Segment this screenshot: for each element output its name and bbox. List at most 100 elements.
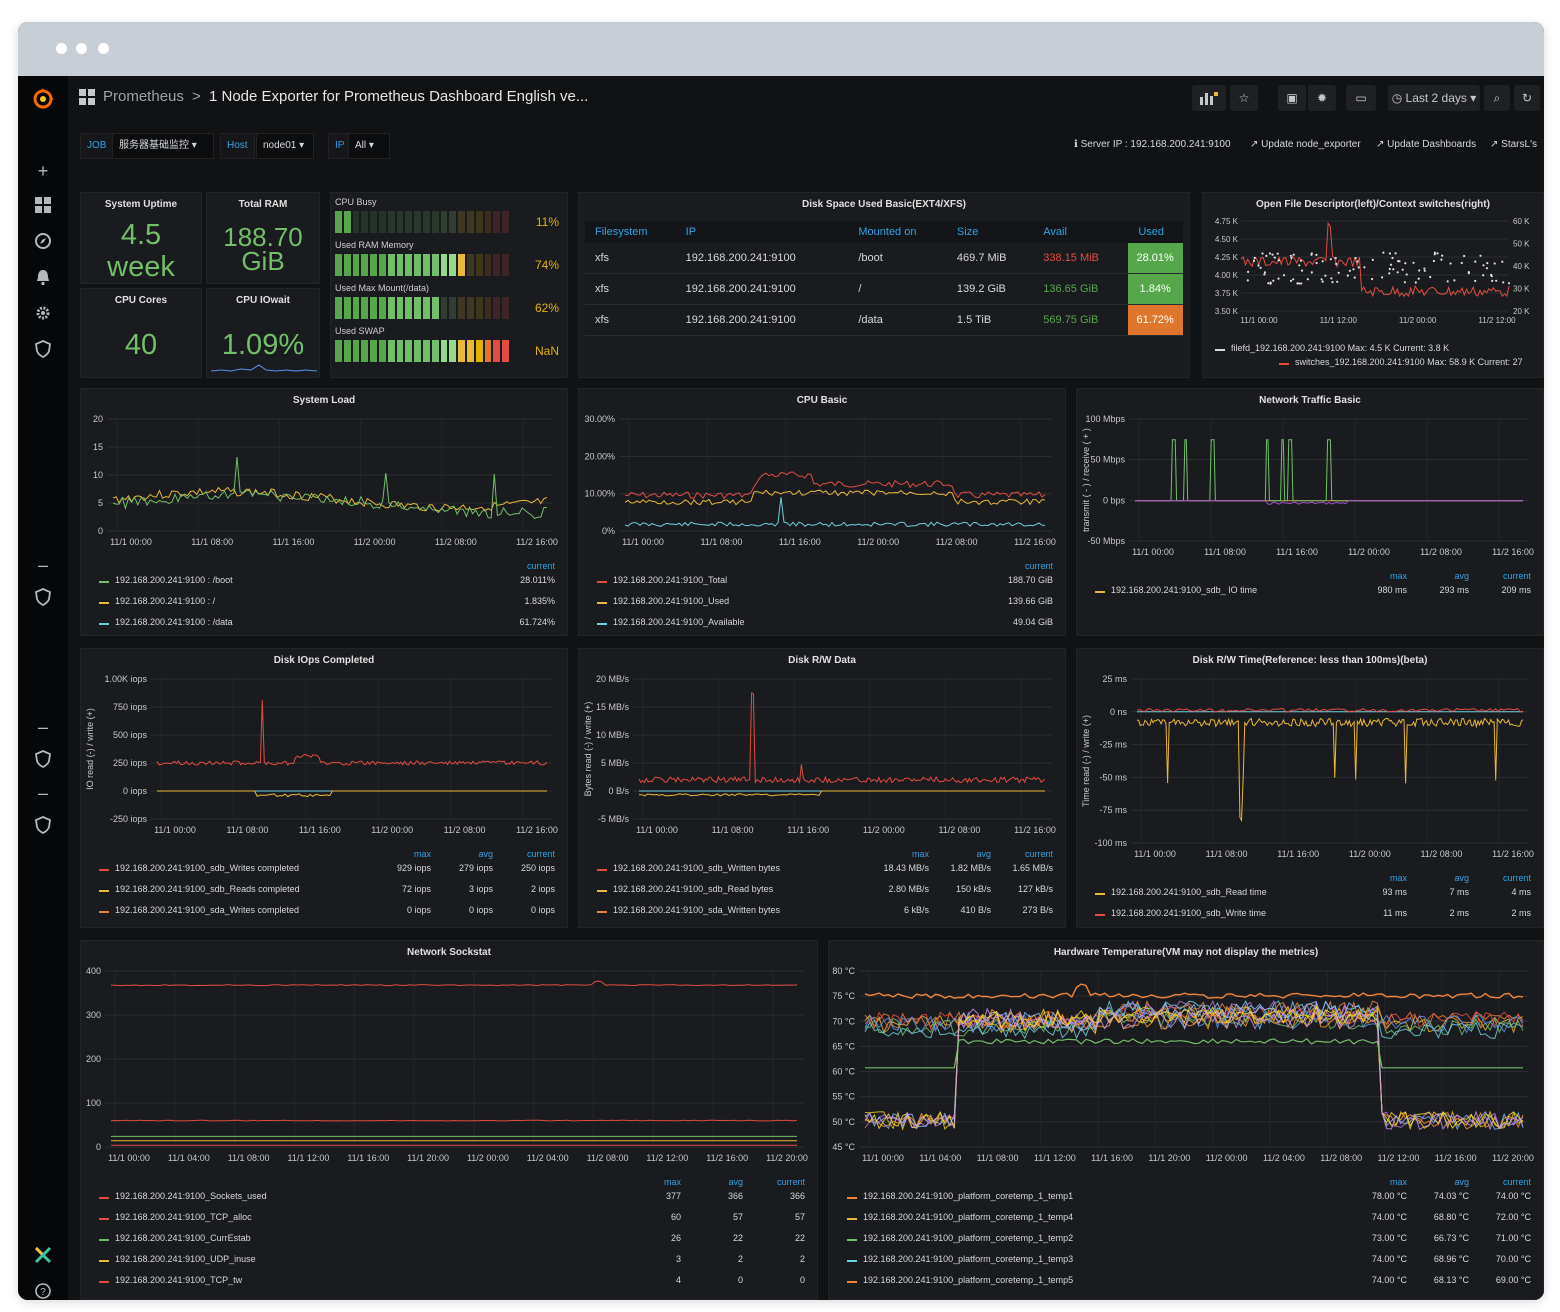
- series-line[interactable]: [156, 700, 548, 766]
- legend-item[interactable]: 192.168.200.241:9100_CurrEstab 26 22 22: [95, 1233, 805, 1247]
- legend-item[interactable]: 192.168.200.241:9100 : /data 61.724%: [95, 617, 555, 631]
- legend-item[interactable]: 192.168.200.241:9100_Sockets_used 377 366 3…: [95, 1191, 805, 1205]
- series-line[interactable]: [112, 486, 548, 512]
- col-header[interactable]: Filesystem: [585, 221, 676, 243]
- refresh-button[interactable]: ↻: [1514, 85, 1540, 111]
- legend-column-header[interactable]: avg: [1409, 1177, 1469, 1189]
- legend-item[interactable]: 192.168.200.241:9100_sdb_Read time 93 ms 7…: [1091, 887, 1531, 901]
- shield-icon[interactable]: [32, 816, 54, 838]
- grafana-logo-icon[interactable]: [30, 86, 56, 112]
- table-row[interactable]: xfs 192.168.200.241:9100/139.2 GiB 136.65 …: [585, 273, 1183, 305]
- legend-item[interactable]: switches_192.168.200.241:9100 Max: 58.9 …: [1275, 357, 1531, 371]
- legend-item[interactable]: 192.168.200.241:9100_platform_coretemp_1…: [843, 1191, 1531, 1205]
- legend-item[interactable]: 192.168.200.241:9100_sda_Writes complete…: [95, 905, 555, 919]
- legend-item[interactable]: 192.168.200.241:9100 : /boot 28.011%: [95, 575, 555, 589]
- dashboards-icon[interactable]: [79, 89, 95, 105]
- shield-icon[interactable]: [32, 588, 54, 610]
- series-line[interactable]: [1240, 221, 1510, 298]
- legend-column-header[interactable]: avg: [931, 849, 991, 861]
- series-line[interactable]: [110, 980, 798, 987]
- legend-item[interactable]: 192.168.200.241:9100_sda_Written bytes 6 …: [593, 905, 1053, 919]
- legend-item[interactable]: 192.168.200.241:9100_sdb_ IO time 980 ms 2…: [1091, 585, 1531, 599]
- star-button[interactable]: ☆: [1230, 85, 1258, 111]
- stat-panel-iowait[interactable]: CPU IOwait 1.09%: [206, 288, 320, 378]
- legend-column-header[interactable]: current: [993, 849, 1053, 861]
- system-load-panel[interactable]: System Load 20 15 10 5 0 11/1 00:00 11/1 08:00 1…: [80, 388, 568, 636]
- time-picker-button[interactable]: ◷ Last 2 days ▾: [1388, 85, 1480, 111]
- zoom-out-button[interactable]: ⌕: [1484, 85, 1510, 111]
- bell-icon[interactable]: [32, 268, 54, 290]
- shield-icon[interactable]: [32, 750, 54, 772]
- tv-mode-button[interactable]: ▭: [1346, 85, 1376, 111]
- disk-iops-panel[interactable]: Disk IOps Completed 1.00K iops 750 iops 500…: [80, 648, 568, 928]
- legend-column-header[interactable]: current: [495, 849, 555, 861]
- col-header[interactable]: Size: [946, 221, 1034, 243]
- bargauge-panel[interactable]: CPU Busy 11% Used RAM Memory 74% Used Max Mo…: [330, 192, 568, 378]
- link-server-ip[interactable]: ℹ Server IP : 192.168.200.241:9100: [1074, 139, 1231, 150]
- legend-item[interactable]: 192.168.200.241:9100_Available 49.04 GiB: [593, 617, 1053, 631]
- collapse-icon[interactable]: –: [32, 784, 54, 802]
- legend-column-header[interactable]: current: [1471, 571, 1531, 583]
- sockstat-panel[interactable]: Network Sockstat 400 300 200 100 0 11/1 00:00 1…: [80, 940, 818, 1300]
- legend-column-header[interactable]: current: [1471, 1177, 1531, 1189]
- window-dot-icon[interactable]: [98, 43, 109, 54]
- legend-column-header[interactable]: avg: [683, 1177, 743, 1189]
- legend-item[interactable]: 192.168.200.241:9100_platform_coretemp_1…: [843, 1233, 1531, 1247]
- series-line[interactable]: [638, 692, 1046, 785]
- series-line[interactable]: [1136, 717, 1524, 823]
- network-traffic-panel[interactable]: Network Traffic Basic 100 Mbps 50 Mbps 0 bp…: [1076, 388, 1544, 636]
- legend-column-header[interactable]: max: [371, 849, 431, 861]
- add-panel-button[interactable]: [1192, 85, 1226, 111]
- legend-item[interactable]: 192.168.200.241:9100_sdb_Writes complete…: [95, 863, 555, 877]
- legend-item[interactable]: 192.168.200.241:9100_platform_coretemp_1…: [843, 1212, 1531, 1226]
- legend-item[interactable]: filefd_192.168.200.241:9100 Max: 4.5 K C…: [1211, 343, 1531, 357]
- disk-time-panel[interactable]: Disk R/W Time(Reference: less than 100ms…: [1076, 648, 1544, 928]
- plus-icon[interactable]: +: [32, 160, 54, 182]
- gear-icon[interactable]: [32, 304, 54, 326]
- ofd-panel[interactable]: Open File Descriptor(left)/Context switc…: [1202, 192, 1544, 378]
- link-update-dashboards[interactable]: ↗ Update Dashboards: [1376, 139, 1476, 150]
- window-dot-icon[interactable]: [76, 43, 87, 54]
- table-row[interactable]: xfs 192.168.200.241:9100/boot 469.7 MiB 338…: [585, 243, 1183, 274]
- cpu-basic-panel[interactable]: CPU Basic 30.00% 20.00% 10.00% 0% 11/1 00:00 1…: [578, 388, 1066, 636]
- save-button[interactable]: ▣: [1278, 85, 1306, 111]
- legend-column-header[interactable]: max: [621, 1177, 681, 1189]
- legend-item[interactable]: 192.168.200.241:9100_sdb_Reads completed…: [95, 884, 555, 898]
- legend-column-header[interactable]: max: [1347, 571, 1407, 583]
- series-line[interactable]: [624, 471, 1046, 500]
- col-header[interactable]: Used: [1128, 221, 1183, 243]
- legend-item[interactable]: 192.168.200.241:9100_platform_coretemp_1…: [843, 1254, 1531, 1268]
- col-header[interactable]: IP: [675, 221, 849, 243]
- breadcrumb[interactable]: Prometheus > 1 Node Exporter for Prometh…: [103, 88, 588, 105]
- series-line[interactable]: [1135, 500, 1523, 505]
- legend-column-header[interactable]: avg: [1409, 873, 1469, 885]
- legend-column-header[interactable]: avg: [1409, 571, 1469, 583]
- stat-panel-cores[interactable]: CPU Cores 40: [80, 288, 202, 378]
- legend-item[interactable]: 192.168.200.241:9100_TCP_alloc 60 57 57: [95, 1212, 805, 1226]
- link-starsl[interactable]: ↗ StarsL's: [1490, 139, 1537, 150]
- legend-item[interactable]: 192.168.200.241:9100_sdb_Written bytes 18…: [593, 863, 1053, 877]
- legend-column-header[interactable]: avg: [433, 849, 493, 861]
- legend-column-header[interactable]: current: [745, 1177, 805, 1189]
- legend-item[interactable]: 192.168.200.241:9100_sdb_Read bytes 2.80 …: [593, 884, 1053, 898]
- dashboards-icon[interactable]: [32, 196, 54, 218]
- disk-rw-panel[interactable]: Disk R/W Data 20 MB/s 15 MB/s 10 MB/s 5 MB/s…: [578, 648, 1066, 928]
- legend-column-header[interactable]: max: [869, 849, 929, 861]
- link-update-exporter[interactable]: ↗ Update node_exporter: [1250, 139, 1361, 150]
- legend-column-header[interactable]: max: [1347, 873, 1407, 885]
- series-line[interactable]: [865, 1038, 1523, 1069]
- temperature-panel[interactable]: Hardware Temperature(VM may not display …: [828, 940, 1544, 1300]
- breadcrumb-folder[interactable]: Prometheus: [103, 88, 184, 105]
- legend-item[interactable]: 192.168.200.241:9100_platform_coretemp_1…: [843, 1275, 1531, 1289]
- stat-panel-uptime[interactable]: System Uptime 4.5 week: [80, 192, 202, 284]
- legend-item[interactable]: 192.168.200.241:9100_TCP_tw 4 0 0: [95, 1275, 805, 1289]
- explore-icon[interactable]: [32, 232, 54, 254]
- legend-item[interactable]: 192.168.200.241:9100 : / 1.835%: [95, 596, 555, 610]
- series-line[interactable]: [1135, 439, 1523, 502]
- var-select-job[interactable]: 服务器基础监控 ▾: [112, 133, 214, 159]
- var-select-ip[interactable]: All ▾: [348, 133, 390, 159]
- shield-icon[interactable]: [32, 340, 54, 362]
- legend-item[interactable]: 192.168.200.241:9100_sdb_Write time 11 ms…: [1091, 908, 1531, 922]
- series-line[interactable]: [639, 790, 1045, 797]
- settings-button[interactable]: ✹: [1308, 85, 1336, 111]
